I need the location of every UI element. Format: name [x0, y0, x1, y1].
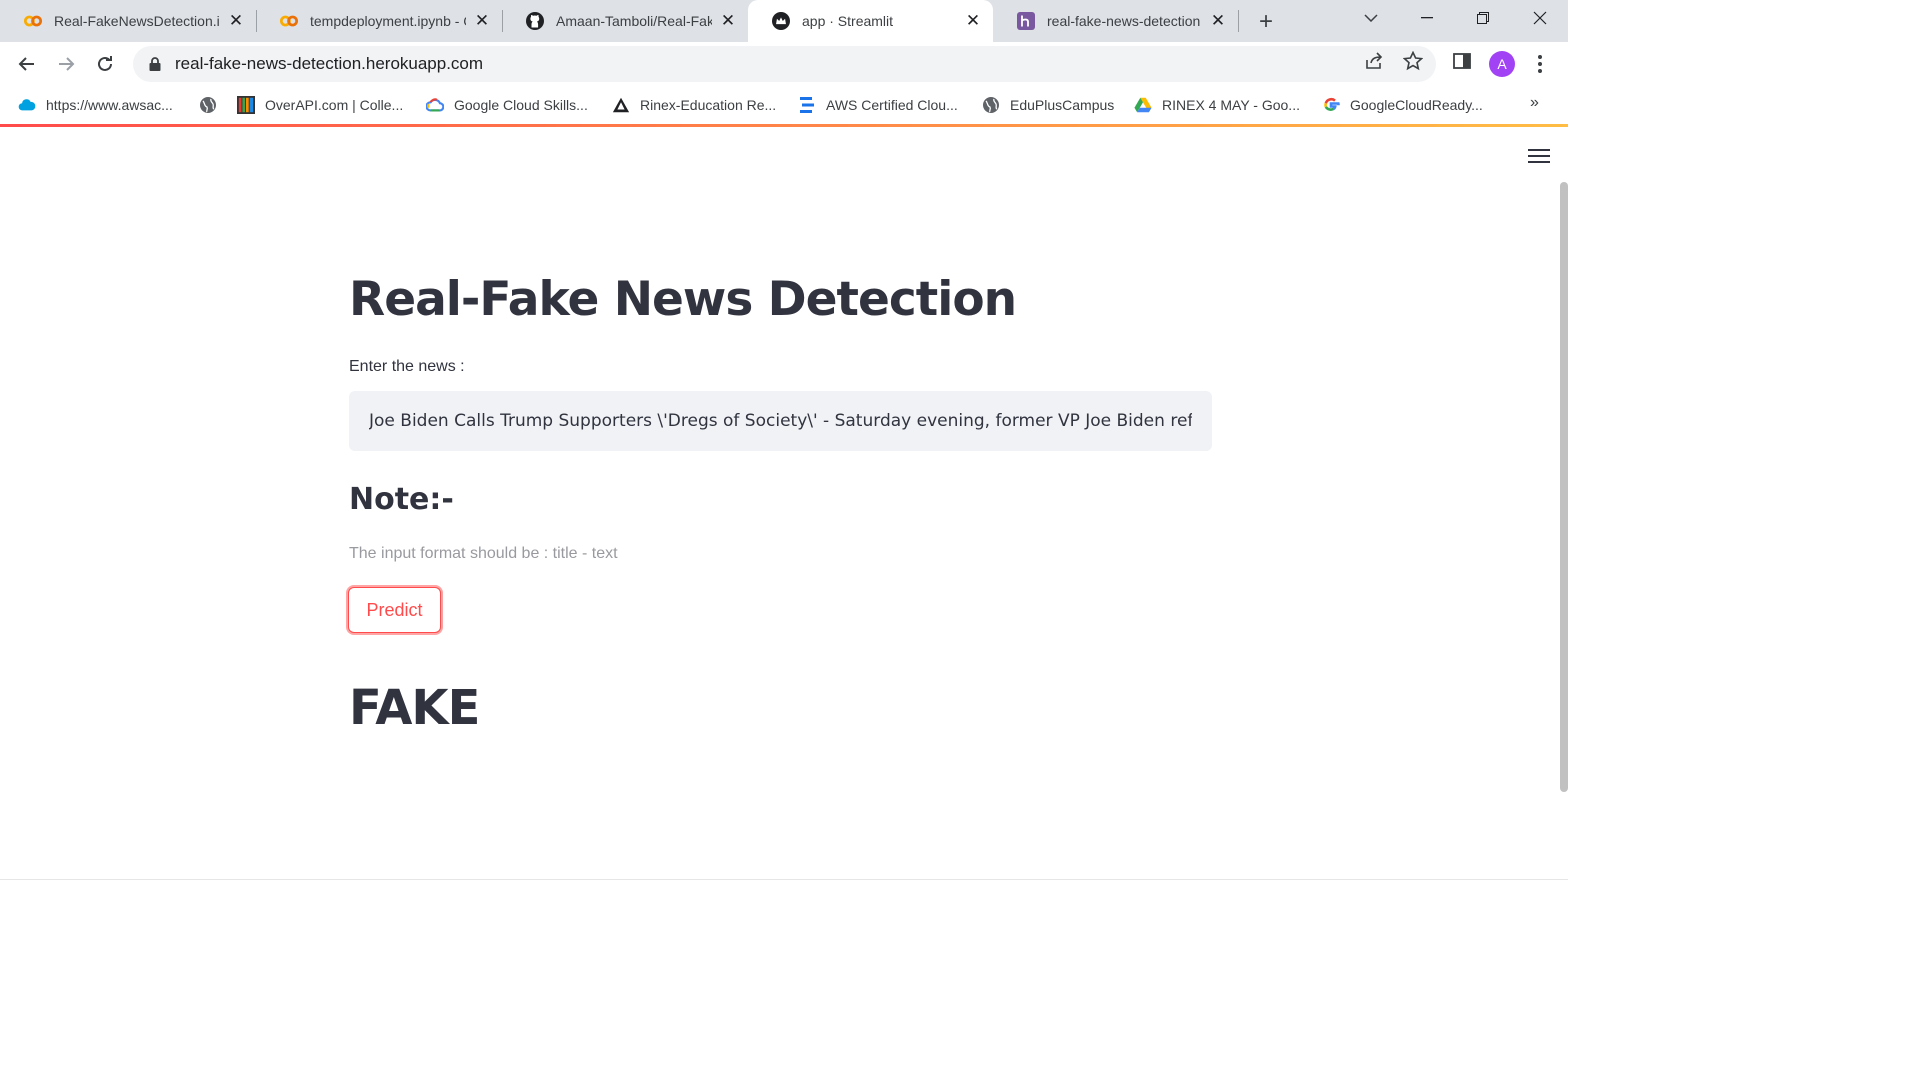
chevron-double-right-icon[interactable]: »	[1530, 94, 1539, 112]
tab-colab-2[interactable]: tempdeployment.ipynb - C ✕	[256, 0, 502, 42]
bookmark-item[interactable]: Rinex-Education Re...	[612, 93, 776, 117]
bookmark-item[interactable]: RINEX 4 MAY - Goo...	[1134, 93, 1300, 117]
bookmarks-bar: https://www.awsac... OverAPI.com | Colle…	[0, 86, 1568, 124]
news-input[interactable]	[349, 391, 1212, 451]
github-icon	[526, 12, 544, 30]
close-icon[interactable]: ✕	[472, 11, 492, 31]
colab-icon	[24, 12, 42, 30]
bookmark-item[interactable]: Google Cloud Skills...	[426, 93, 588, 117]
globe-icon	[982, 96, 1000, 114]
bookmark-label: RINEX 4 MAY - Goo...	[1162, 97, 1300, 113]
close-icon[interactable]: ✕	[963, 11, 983, 31]
heroku-icon	[1017, 12, 1035, 30]
forward-icon[interactable]	[50, 48, 82, 80]
tab-streamlit[interactable]: app · Streamlit ✕	[748, 0, 993, 42]
minimize-icon[interactable]	[1399, 0, 1455, 36]
profile-avatar[interactable]: A	[1489, 51, 1515, 77]
bookmark-item[interactable]	[199, 93, 227, 117]
google-icon	[1322, 96, 1340, 114]
page-title: Real-Fake News Detection	[349, 272, 1017, 327]
predict-button[interactable]: Predict	[348, 587, 441, 633]
address-bar[interactable]: real-fake-news-detection.herokuapp.com	[133, 46, 1436, 82]
browser-window: Real-FakeNewsDetection.i ✕ tempdeploymen…	[0, 0, 1568, 882]
tab-heroku[interactable]: real-fake-news-detection ✕	[993, 0, 1238, 42]
bookmark-item[interactable]: https://www.awsac...	[18, 93, 173, 117]
colab-icon	[280, 12, 298, 30]
aws-icon	[798, 96, 816, 114]
reload-icon[interactable]	[89, 48, 121, 80]
close-icon[interactable]: ✕	[226, 11, 246, 31]
bookmark-item[interactable]: OverAPI.com | Colle...	[237, 93, 403, 117]
note-heading: Note:-	[349, 482, 454, 517]
globe-icon	[199, 96, 217, 114]
news-input-label: Enter the news :	[349, 358, 465, 375]
bookmark-item[interactable]: AWS Certified Clou...	[798, 93, 958, 117]
new-tab-button[interactable]: +	[1252, 8, 1280, 36]
back-icon[interactable]	[11, 48, 43, 80]
drive-icon	[1134, 96, 1152, 114]
hamburger-menu-icon[interactable]	[1528, 149, 1550, 165]
side-panel-icon[interactable]	[1452, 51, 1472, 71]
note-text: The input format should be : title - tex…	[349, 545, 618, 562]
tab-colab-1[interactable]: Real-FakeNewsDetection.i ✕	[0, 0, 256, 42]
overapi-icon	[237, 96, 255, 114]
bookmark-label: AWS Certified Clou...	[826, 97, 958, 113]
close-icon[interactable]: ✕	[718, 11, 738, 31]
restore-icon[interactable]	[1455, 0, 1511, 36]
url-text: real-fake-news-detection.herokuapp.com	[175, 54, 484, 73]
tab-title: Amaan-Tamboli/Real-Fake	[556, 13, 712, 29]
tab-divider	[1238, 10, 1239, 32]
tab-title: app · Streamlit	[802, 13, 894, 29]
bookmark-label: GoogleCloudReady...	[1350, 97, 1483, 113]
close-icon[interactable]: ✕	[1208, 11, 1228, 31]
google-cloud-icon	[426, 96, 444, 114]
streamlit-icon	[772, 12, 790, 30]
bookmark-label: OverAPI.com | Colle...	[265, 97, 404, 113]
prediction-result: FAKE	[349, 680, 480, 736]
tab-github[interactable]: Amaan-Tamboli/Real-Fake ✕	[502, 0, 748, 42]
tab-strip: Real-FakeNewsDetection.i ✕ tempdeploymen…	[0, 0, 1568, 42]
page-scrollbar[interactable]	[1560, 182, 1568, 792]
browser-menu-icon[interactable]	[1530, 50, 1550, 78]
app-viewport: Real-Fake News Detection Enter the news …	[0, 127, 1568, 882]
tab-title: real-fake-news-detection	[1047, 13, 1201, 29]
bookmark-item[interactable]: EduPlusCampus	[982, 93, 1114, 117]
tab-search-icon[interactable]	[1343, 0, 1399, 36]
tab-title: Real-FakeNewsDetection.i	[54, 13, 220, 29]
bookmark-label: EduPlusCampus	[1010, 97, 1115, 113]
bookmark-item[interactable]: GoogleCloudReady...	[1322, 93, 1483, 117]
bookmark-label: Google Cloud Skills...	[454, 97, 588, 113]
window-close-icon[interactable]	[1512, 0, 1568, 36]
tab-title: tempdeployment.ipynb - C	[310, 13, 466, 29]
share-icon[interactable]	[1364, 51, 1384, 71]
bookmark-label: https://www.awsac...	[46, 97, 173, 113]
browser-toolbar: real-fake-news-detection.herokuapp.com A	[0, 42, 1568, 86]
rinex-icon	[612, 96, 630, 114]
cloud-icon	[18, 96, 36, 114]
divider	[0, 879, 1568, 880]
lock-icon[interactable]	[147, 56, 163, 72]
bookmark-label: Rinex-Education Re...	[640, 97, 777, 113]
bookmark-star-icon[interactable]	[1403, 51, 1423, 71]
